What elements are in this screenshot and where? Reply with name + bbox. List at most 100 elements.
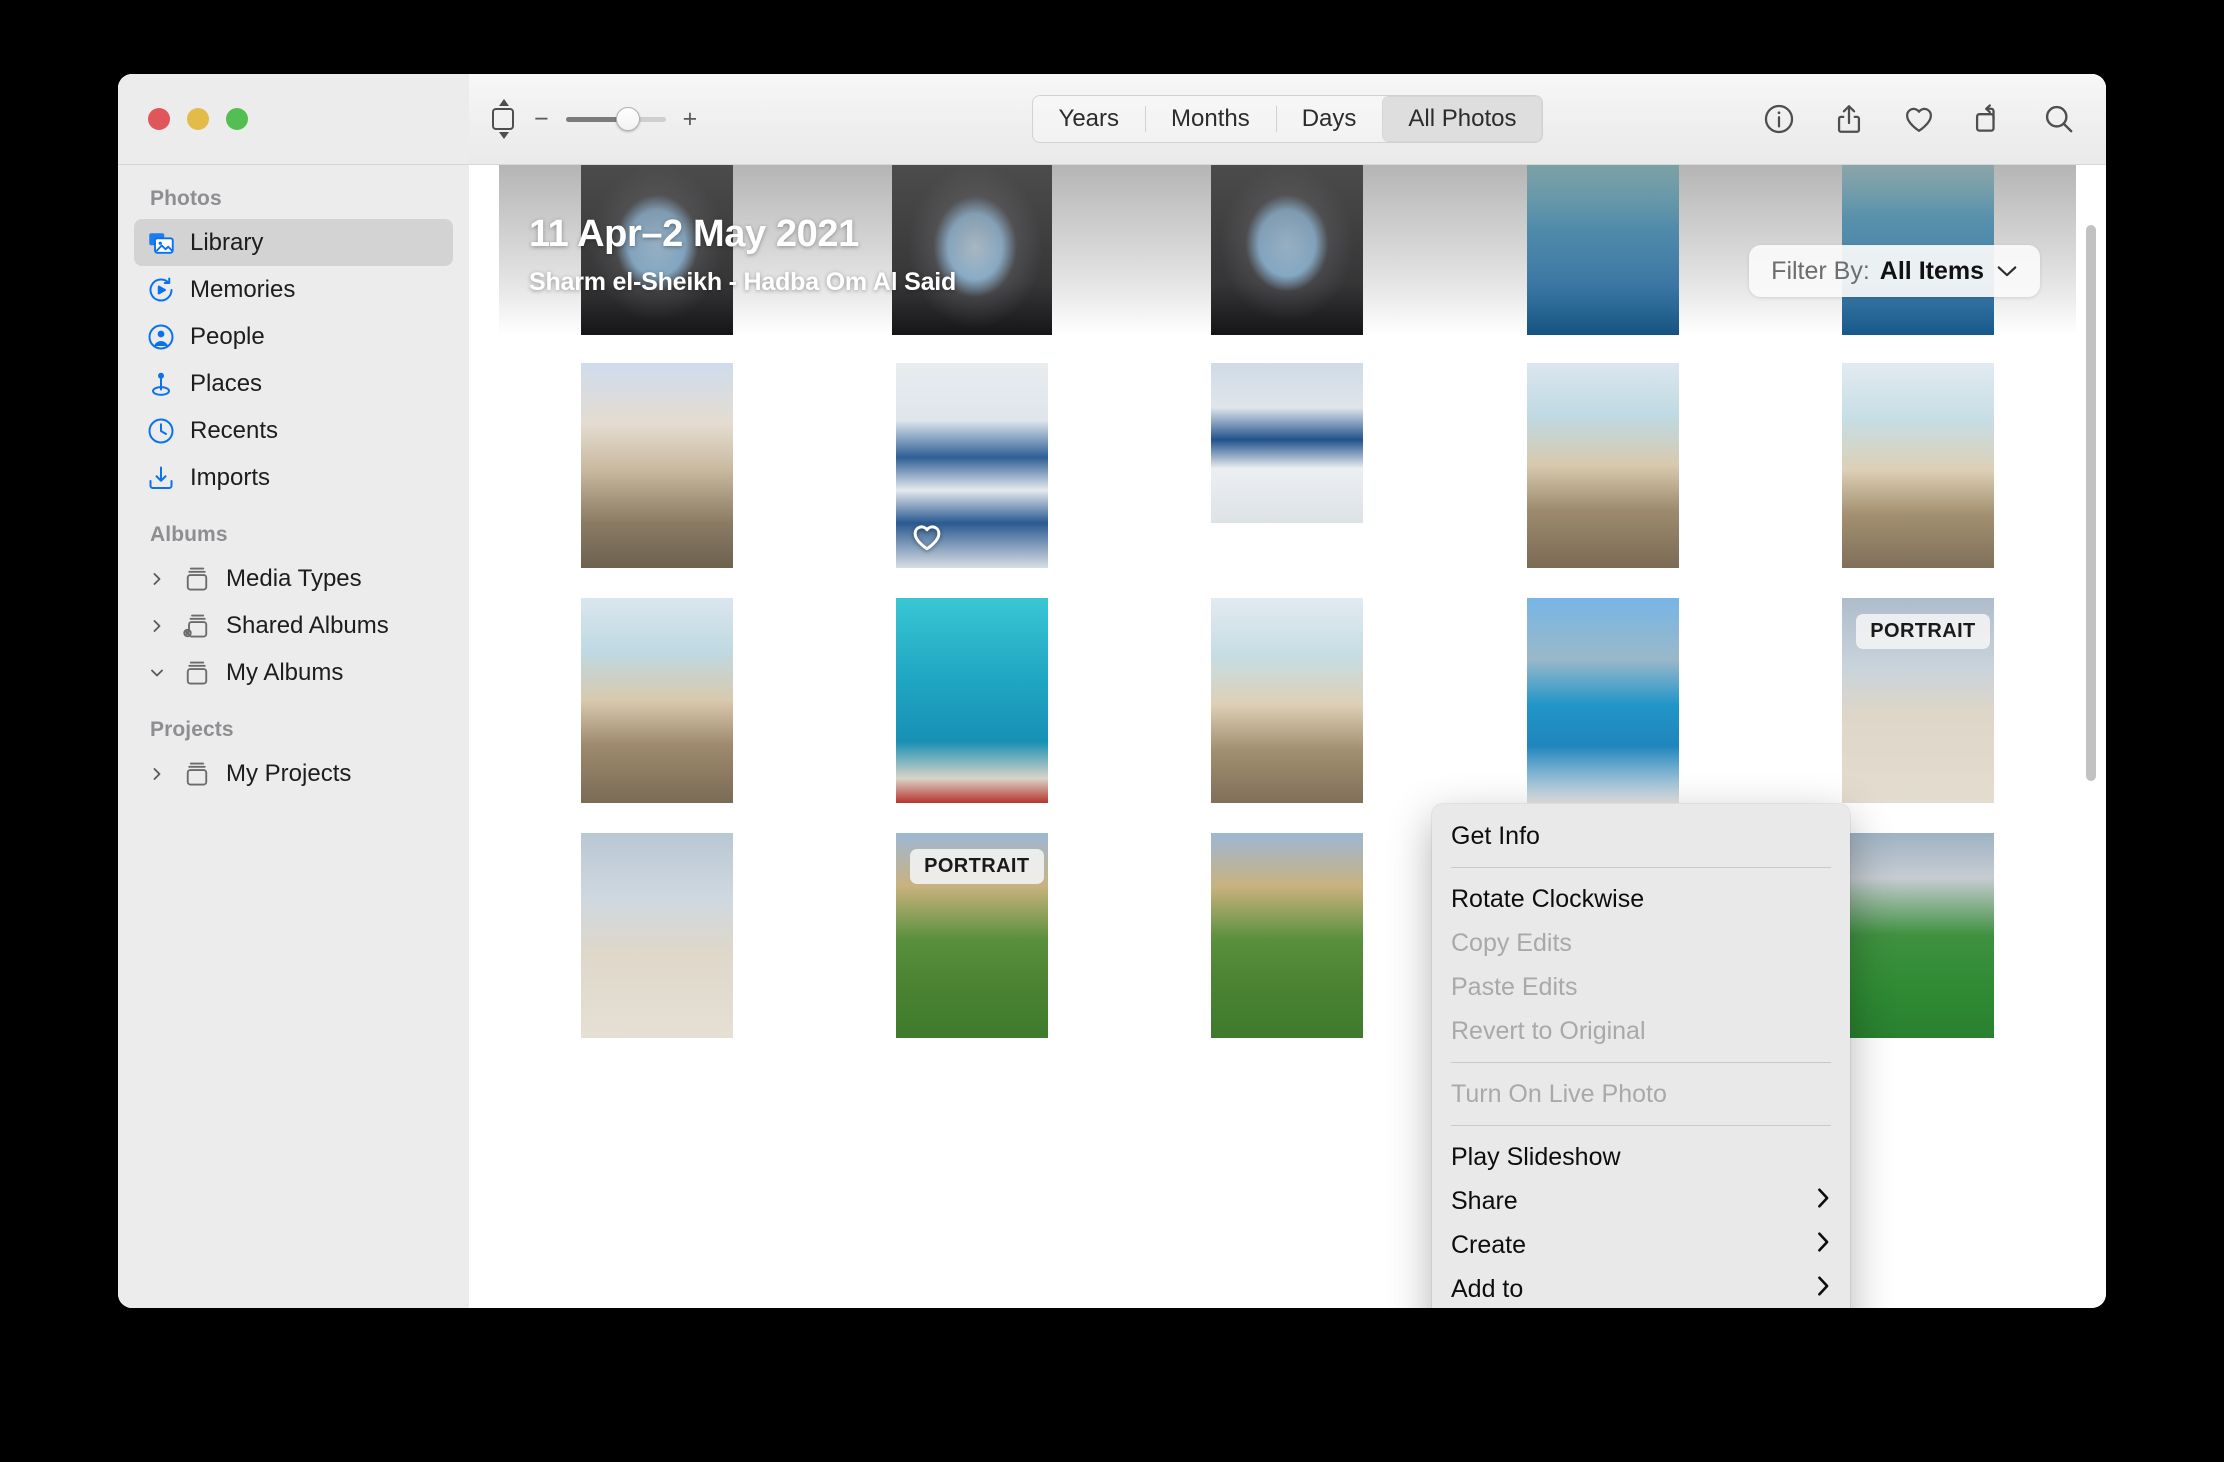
menu-item-play-slideshow[interactable]: Play Slideshow bbox=[1432, 1135, 1850, 1179]
chevron-down-icon[interactable] bbox=[146, 665, 168, 681]
photo-cell[interactable] bbox=[499, 833, 814, 1038]
search-icon[interactable] bbox=[2042, 102, 2076, 136]
shared-album-icon bbox=[183, 614, 208, 637]
sidebar-item-library[interactable]: Library bbox=[134, 219, 453, 266]
info-icon[interactable] bbox=[1762, 102, 1796, 136]
sidebar-item-label: Places bbox=[190, 369, 263, 397]
traffic-lights bbox=[148, 108, 248, 130]
chevron-right-icon[interactable] bbox=[146, 571, 168, 587]
tab-months[interactable]: Months bbox=[1145, 96, 1276, 142]
sidebar-item-label: Shared Albums bbox=[226, 611, 389, 639]
photo-cell[interactable]: PORTRAIT bbox=[1761, 598, 2076, 803]
library-icon bbox=[149, 232, 174, 254]
filter-by-dropdown[interactable]: Filter By: All Items bbox=[1749, 245, 2040, 297]
menu-item-create[interactable]: Create bbox=[1432, 1223, 1850, 1267]
photo-cell[interactable] bbox=[1445, 363, 1760, 568]
sidebar: Photos Library Memories People Places Re… bbox=[118, 165, 469, 1308]
menu-item-turn-on-live-photo: Turn On Live Photo bbox=[1451, 1079, 1667, 1108]
minimize-button[interactable] bbox=[187, 108, 209, 130]
album-icon bbox=[186, 762, 208, 785]
zoom-out-button[interactable]: − bbox=[534, 106, 549, 132]
sidebar-item-recents[interactable]: Recents bbox=[134, 407, 453, 454]
menu-item-revert-to-original: Revert to Original bbox=[1451, 1016, 1646, 1045]
sidebar-section-photos-header: Photos bbox=[150, 187, 222, 210]
menu-item-add-to[interactable]: Add to bbox=[1432, 1267, 1850, 1308]
aspect-ratio-icon[interactable] bbox=[489, 99, 517, 139]
menu-item-rotate-clockwise[interactable]: Rotate Clockwise bbox=[1432, 877, 1850, 921]
menu-item-get-info[interactable]: Get Info bbox=[1432, 814, 1850, 858]
share-icon[interactable] bbox=[1832, 102, 1866, 136]
vertical-scrollbar[interactable] bbox=[2084, 225, 2098, 1288]
tab-days[interactable]: Days bbox=[1275, 96, 1383, 142]
menu-separator bbox=[1451, 1062, 1831, 1063]
toolbar-actions bbox=[1762, 102, 2076, 136]
menu-item-label: Share bbox=[1451, 1186, 1518, 1215]
filter-value: All Items bbox=[1879, 256, 1984, 285]
photo-cell[interactable] bbox=[499, 598, 814, 803]
rotate-icon[interactable] bbox=[1972, 102, 2006, 136]
photo-cell[interactable] bbox=[814, 598, 1129, 803]
photo-cell[interactable]: PORTRAIT bbox=[814, 833, 1129, 1038]
photo-cell[interactable] bbox=[499, 363, 814, 568]
sidebar-item-people[interactable]: People bbox=[134, 313, 453, 360]
chevron-right-icon[interactable] bbox=[146, 618, 168, 634]
portrait-badge: PORTRAIT bbox=[1856, 614, 1990, 649]
tab-all-photos[interactable]: All Photos bbox=[1382, 96, 1543, 142]
filter-label: Filter By: bbox=[1771, 256, 1870, 285]
sidebar-item-my-projects[interactable]: My Projects bbox=[134, 750, 453, 797]
banner-text: 11 Apr–2 May 2021 Sharm el-Sheikh - Hadb… bbox=[529, 213, 956, 297]
photo-cell[interactable] bbox=[1445, 165, 1760, 335]
banner-date-range: 11 Apr–2 May 2021 bbox=[529, 213, 859, 255]
titlebar: − + Years Months Days All Photos bbox=[118, 74, 2106, 165]
sidebar-item-places[interactable]: Places bbox=[134, 360, 453, 407]
photos-window: − + Years Months Days All Photos Photos … bbox=[118, 74, 2106, 1308]
photo-cell[interactable] bbox=[1445, 598, 1760, 803]
menu-item-share[interactable]: Share bbox=[1432, 1179, 1850, 1223]
chevron-right-icon bbox=[1815, 1187, 1831, 1215]
sidebar-item-media-types[interactable]: Media Types bbox=[134, 555, 453, 602]
sidebar-item-label: Memories bbox=[190, 275, 296, 303]
favorite-heart-icon[interactable] bbox=[1902, 102, 1936, 136]
sidebar-item-my-albums[interactable]: My Albums bbox=[134, 649, 453, 696]
imports-icon bbox=[149, 466, 173, 489]
zoom-slider[interactable] bbox=[565, 107, 666, 131]
scrollbar-thumb[interactable] bbox=[2086, 225, 2096, 781]
sidebar-item-imports[interactable]: Imports bbox=[134, 454, 453, 501]
sidebar-item-label: My Projects bbox=[226, 759, 352, 787]
sidebar-item-shared-albums[interactable]: Shared Albums bbox=[134, 602, 453, 649]
tab-years[interactable]: Years bbox=[1033, 96, 1146, 142]
menu-item-paste-edits: Paste Edits bbox=[1451, 972, 1578, 1001]
photo-cell[interactable] bbox=[1130, 833, 1445, 1038]
photo-cell[interactable] bbox=[1130, 363, 1445, 568]
zoom-controls: − + bbox=[489, 99, 697, 139]
menu-item-label: Create bbox=[1451, 1230, 1527, 1259]
menu-item-copy-edits: Copy Edits bbox=[1451, 928, 1572, 957]
album-icon bbox=[186, 661, 208, 684]
zoom-slider-thumb[interactable] bbox=[615, 107, 640, 131]
photo-context-menu: Get Info Rotate Clockwise Copy Edits Pas… bbox=[1432, 804, 1850, 1308]
sidebar-item-label: Library bbox=[190, 228, 264, 256]
view-mode-segmented-control: Years Months Days All Photos bbox=[1031, 95, 1544, 143]
album-icon bbox=[186, 567, 208, 590]
close-button[interactable] bbox=[148, 108, 170, 130]
sidebar-item-memories[interactable]: Memories bbox=[134, 266, 453, 313]
photo-cell[interactable] bbox=[1761, 363, 2076, 568]
sidebar-item-label: Imports bbox=[190, 463, 271, 491]
sidebar-item-label: Media Types bbox=[226, 564, 362, 592]
photo-grid: 11 Apr–2 May 2021 Sharm el-Sheikh - Hadb… bbox=[469, 165, 2106, 1308]
zoom-in-button[interactable]: + bbox=[683, 106, 698, 132]
photo-cell[interactable] bbox=[1130, 598, 1445, 803]
chevron-down-icon bbox=[1996, 258, 2018, 284]
favorite-heart-icon bbox=[913, 525, 941, 551]
photo-cell-selected[interactable] bbox=[814, 363, 1129, 568]
window-body: Photos Library Memories People Places Re… bbox=[118, 165, 2106, 1308]
portrait-badge: PORTRAIT bbox=[910, 849, 1044, 884]
photo-cell[interactable] bbox=[1130, 165, 1445, 335]
menu-separator bbox=[1451, 1125, 1831, 1126]
people-icon bbox=[148, 324, 174, 349]
banner-location: Sharm el-Sheikh - Hadba Om Al Said bbox=[529, 268, 957, 296]
recents-clock-icon bbox=[148, 418, 174, 443]
chevron-right-icon[interactable] bbox=[146, 766, 168, 782]
sidebar-item-label: My Albums bbox=[226, 658, 344, 686]
zoom-button[interactable] bbox=[226, 108, 248, 130]
